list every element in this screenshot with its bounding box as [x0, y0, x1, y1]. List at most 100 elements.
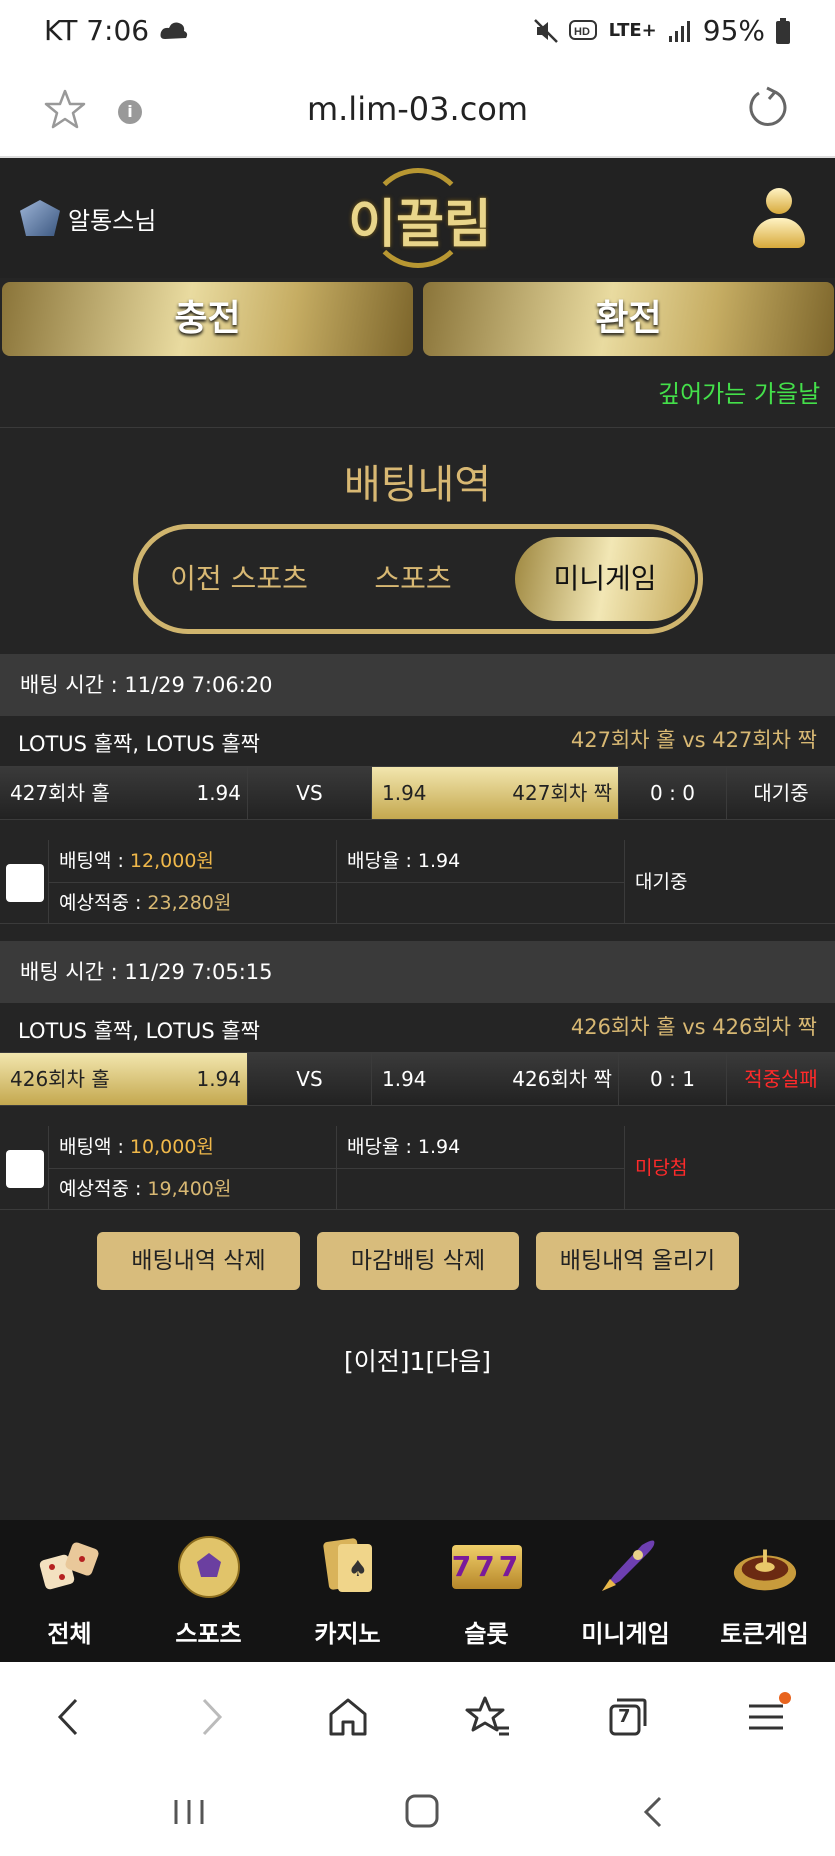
away-pick[interactable]: 1.94 427회차 짝 [372, 767, 619, 819]
site-header: 알통스님 이끌림 [0, 158, 835, 278]
game-row: LOTUS 홀짝, LOTUS 홀짝 426회차 홀 vs 426회차 짝 [0, 1003, 835, 1053]
expected-label: 예상적중 : [59, 892, 148, 914]
battery-percent: 95% [702, 14, 765, 47]
bottom-nav: 전체 스포츠 ♠ 카지노 777 슬롯 미니게임 토큰게임 [0, 1520, 835, 1662]
level-badge-icon [20, 200, 60, 236]
history-tabs: 이전 스포츠 스포츠 미니게임 [133, 524, 703, 634]
away-team: 427회차 짝 [512, 781, 612, 805]
cloud-icon [160, 22, 188, 39]
home-team: 426회차 홀 [10, 1067, 110, 1091]
bet-checkbox[interactable] [6, 864, 44, 902]
lte-indicator: LTE+ [608, 20, 657, 41]
nav-token-game[interactable]: 토큰게임 [695, 1520, 834, 1662]
tab-count: 7 [618, 1706, 631, 1727]
reload-icon[interactable] [745, 86, 789, 130]
status-bar: KT 7:06 HD LTE+ 95% [0, 0, 835, 62]
away-odds: 1.94 [382, 1067, 427, 1091]
bet-result: 미당첨 [635, 1157, 688, 1179]
stake-label: 배팅액 : [59, 850, 130, 872]
bet-time-header: 배팅 시간 : 11/29 7:06:20 [0, 654, 835, 716]
browser-toolbar: 7 [0, 1662, 835, 1856]
game-name: LOTUS 홀짝, LOTUS 홀짝 [18, 1019, 260, 1043]
nav-sports[interactable]: 스포츠 [139, 1520, 278, 1662]
tab-previous-sports[interactable]: 이전 스포츠 [154, 529, 324, 629]
nav-minigame-label: 미니게임 [581, 1620, 670, 1648]
status-badge: 대기중 [727, 767, 835, 819]
pagination[interactable]: [이전]1[다음] [0, 1342, 835, 1378]
ticker-text: 깊어가는 가을날 [658, 380, 821, 408]
menu-icon[interactable] [741, 1692, 791, 1742]
home-icon[interactable] [323, 1692, 373, 1742]
site-logo[interactable]: 이끌림 [345, 166, 495, 272]
away-odds: 1.94 [382, 781, 427, 805]
battery-icon [776, 17, 790, 44]
dice-icon [36, 1534, 104, 1600]
expected-value: 19,400원 [147, 1178, 232, 1200]
url-text[interactable]: m.lim-03.com [0, 90, 835, 128]
odds-row: 426회차 홀 1.94 VS 1.94 426회차 짝 0 : 1 적중실패 [0, 1052, 835, 1106]
back-icon[interactable] [44, 1692, 94, 1742]
home-team: 427회차 홀 [10, 781, 110, 805]
post-history-button[interactable]: 배팅내역 올리기 [536, 1232, 739, 1290]
carrier-time: KT 7:06 [44, 14, 150, 47]
score: 0 : 0 [619, 767, 727, 819]
expected-label: 예상적중 : [59, 1178, 148, 1200]
bet-result: 대기중 [635, 871, 688, 893]
away-pick[interactable]: 1.94 426회차 짝 [372, 1053, 619, 1105]
signal-icon [668, 20, 690, 42]
svg-text:♠: ♠ [348, 1557, 368, 1582]
score: 0 : 1 [619, 1053, 727, 1105]
bet-time-header: 배팅 시간 : 11/29 7:05:15 [0, 941, 835, 1003]
vs-cell: VS [248, 767, 372, 819]
soccer-ball-icon [175, 1534, 243, 1600]
stake-value: 10,000원 [129, 1136, 214, 1158]
forward-icon[interactable] [186, 1692, 236, 1742]
home-odds: 1.94 [196, 781, 241, 805]
nav-all-label: 전체 [47, 1620, 92, 1648]
system-back-icon[interactable] [630, 1792, 680, 1832]
tab-minigame[interactable]: 미니게임 [515, 537, 695, 621]
nav-sports-label: 스포츠 [175, 1620, 242, 1648]
rocket-icon [592, 1534, 660, 1600]
nav-casino[interactable]: ♠ 카지노 [278, 1520, 417, 1662]
home-odds: 1.94 [196, 1067, 241, 1091]
tab-sports[interactable]: 스포츠 [328, 529, 498, 629]
bet-detail: 배팅액 : 12,000원 예상적중 : 23,280원 배당율 : 1.94 … [0, 840, 835, 924]
mute-icon [533, 18, 558, 43]
delete-history-button[interactable]: 배팅내역 삭제 [97, 1232, 300, 1290]
hd-icon: HD [568, 19, 597, 40]
nav-all[interactable]: 전체 [0, 1520, 139, 1662]
game-name: LOTUS 홀짝, LOTUS 홀짝 [18, 732, 260, 756]
home-pick[interactable]: 426회차 홀 1.94 [0, 1053, 248, 1105]
stake-label: 배팅액 : [59, 1136, 130, 1158]
nav-minigame[interactable]: 미니게임 [556, 1520, 695, 1662]
nav-slot[interactable]: 777 슬롯 [417, 1520, 556, 1662]
versus-text: 427회차 홀 vs 427회차 짝 [570, 728, 817, 752]
exchange-button[interactable]: 환전 [423, 282, 834, 356]
vs-cell: VS [248, 1053, 372, 1105]
rate-label: 배당율 : [347, 850, 418, 872]
svg-text:HD: HD [574, 26, 590, 38]
notice-ticker: ★ 깊어가는 가을날 [0, 362, 835, 428]
roulette-icon [731, 1534, 799, 1600]
cards-icon: ♠ [314, 1534, 382, 1600]
rate-label: 배당율 : [347, 1136, 418, 1158]
tabs-icon[interactable]: 7 [603, 1692, 653, 1742]
system-home-icon[interactable] [397, 1792, 447, 1832]
delete-closed-button[interactable]: 마감배팅 삭제 [317, 1232, 519, 1290]
expected-value: 23,280원 [147, 892, 232, 914]
profile-icon[interactable] [751, 188, 807, 250]
charge-button[interactable]: 충전 [2, 282, 413, 356]
nav-casino-label: 카지노 [314, 1620, 381, 1648]
user-info[interactable]: 알통스님 [20, 200, 156, 236]
bet-checkbox[interactable] [6, 1150, 44, 1188]
odds-row: 427회차 홀 1.94 VS 1.94 427회차 짝 0 : 0 대기중 [0, 766, 835, 820]
rate-value: 1.94 [417, 1136, 461, 1158]
home-pick[interactable]: 427회차 홀 1.94 [0, 767, 248, 819]
nav-slot-label: 슬롯 [464, 1620, 509, 1648]
rate-value: 1.94 [417, 850, 461, 872]
bookmarks-icon[interactable] [463, 1692, 513, 1742]
status-badge: 적중실패 [727, 1053, 835, 1105]
username: 알통스님 [68, 206, 157, 235]
recent-apps-icon[interactable] [164, 1792, 214, 1832]
